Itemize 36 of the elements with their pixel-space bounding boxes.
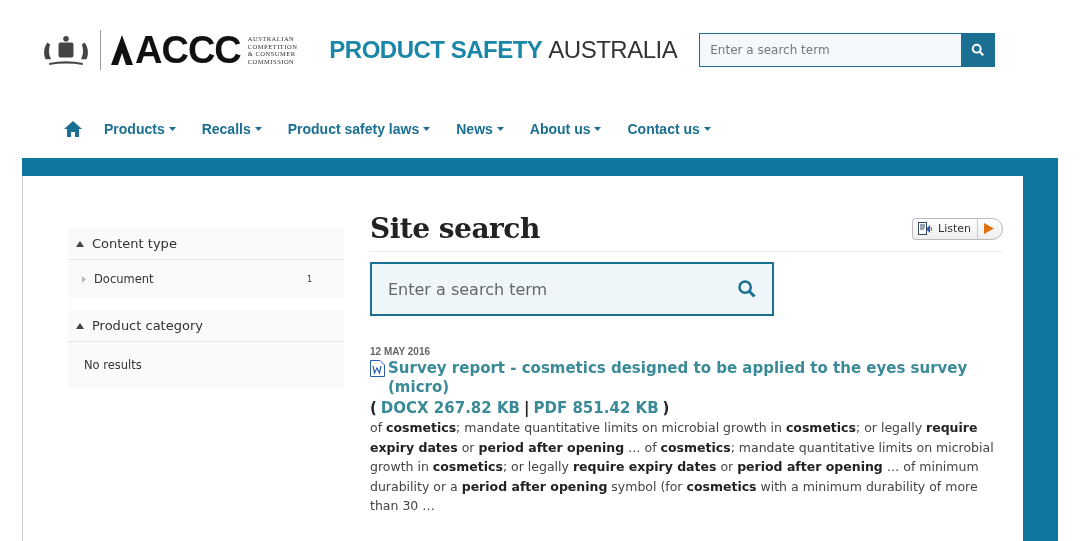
facet-label: Document bbox=[94, 272, 155, 286]
result-snippet: of cosmetics; mandate quantitative limits on microbial growth in cosmetics; or legally require expiry dates or period after opening … of cosmetics; mandate quantitative limits on microbial growth in cosmetics; or legally require expiry dates or period after opening … of minimum durability or a period after opening symbol (for cosmetics with a minimum durability of more than 30 … bbox=[370, 419, 995, 515]
triangle-logo-icon bbox=[111, 35, 133, 65]
punctuation: ) bbox=[662, 399, 670, 417]
facet-header[interactable]: Product category bbox=[68, 310, 344, 342]
file-link[interactable]: PDF 851.42 KB bbox=[533, 399, 659, 417]
site-title: PRODUCT SAFETY bbox=[329, 36, 543, 64]
play-icon bbox=[984, 223, 994, 234]
nav-link[interactable]: Product safety laws bbox=[287, 121, 431, 137]
facet-count: 1 bbox=[306, 274, 312, 284]
word-document-icon bbox=[370, 360, 385, 377]
empty-message: No results bbox=[84, 358, 142, 372]
nav-link[interactable]: Recalls bbox=[201, 121, 262, 137]
search-icon bbox=[971, 43, 986, 57]
logo-text: ACCC bbox=[135, 28, 241, 72]
listen-button[interactable]: Listen bbox=[912, 217, 1003, 240]
nav-link[interactable]: Products bbox=[104, 121, 176, 137]
expand-triangle-icon bbox=[82, 275, 86, 283]
facet-title: Content type bbox=[92, 236, 177, 251]
result-title-link[interactable]: Survey report - cosmetics designed to be applied to the eyes survey (micro) bbox=[388, 359, 1003, 397]
search-field[interactable]: Enter a search term bbox=[699, 33, 962, 67]
page-title: Site search bbox=[370, 212, 540, 245]
facet-item[interactable]: Document 1 bbox=[68, 260, 344, 298]
home-icon[interactable] bbox=[64, 121, 82, 137]
speaker-document-icon bbox=[918, 222, 933, 235]
site-title: AUSTRALIA bbox=[548, 36, 678, 64]
facet-title: Product category bbox=[92, 318, 203, 333]
nav-link[interactable]: About us bbox=[529, 121, 602, 137]
search-button[interactable] bbox=[961, 33, 996, 67]
facet-header[interactable]: Content type bbox=[68, 228, 344, 260]
nav-link[interactable]: News bbox=[456, 121, 504, 137]
result-date: 12 MAY 2016 bbox=[370, 346, 432, 357]
file-link[interactable]: DOCX 267.82 KB bbox=[380, 399, 521, 417]
punctuation: ( bbox=[370, 399, 377, 417]
separator: | bbox=[524, 399, 530, 417]
nav-link[interactable]: Contact us bbox=[627, 121, 711, 137]
